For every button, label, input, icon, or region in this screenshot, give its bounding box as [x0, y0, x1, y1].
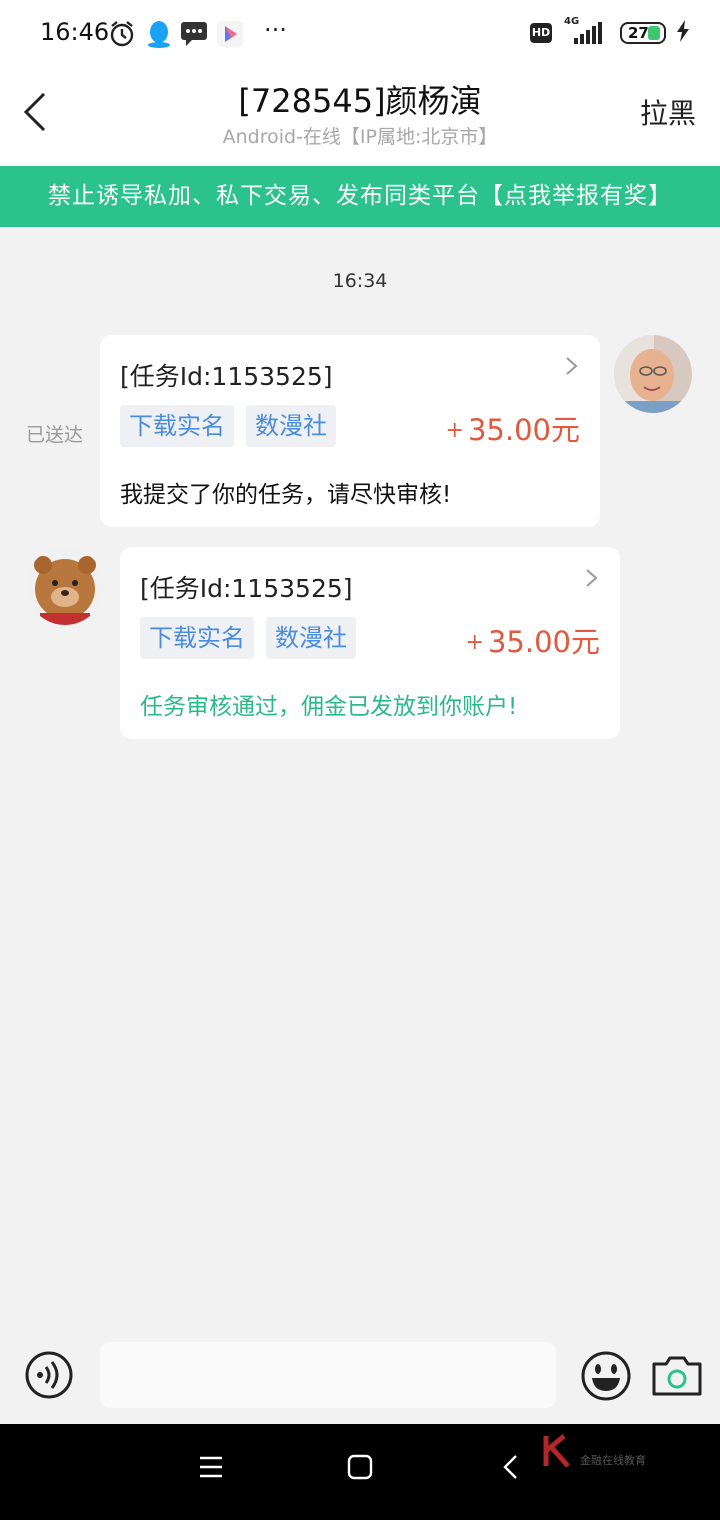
system-nav-bar: 金融在线教育	[0, 1424, 720, 1520]
task-tag: 下载实名	[120, 405, 234, 447]
message-icon	[180, 20, 208, 50]
message-text: 任务审核通过，佣金已发放到你账户!	[140, 694, 518, 720]
home-nav-button[interactable]	[347, 1454, 373, 1484]
reward-value: 35.00元	[487, 625, 600, 659]
task-id: [任务Id:1153525]	[140, 574, 353, 603]
chevron-right-icon	[566, 357, 578, 375]
chat-header: [728545]颜杨演 Android-在线【IP属地:北京市】 拉黑	[0, 68, 720, 166]
hd-badge: HD	[530, 23, 552, 43]
camera-icon	[652, 1356, 702, 1396]
battery-level: 27	[628, 24, 649, 42]
alarm-icon	[108, 20, 136, 52]
home-icon	[347, 1454, 373, 1480]
emoji-icon	[581, 1351, 631, 1401]
video-app-icon	[216, 20, 244, 52]
status-right-group: HD 4G 27	[530, 16, 690, 46]
task-tag: 数漫社	[266, 617, 356, 659]
block-button[interactable]: 拉黑	[640, 92, 696, 132]
menu-icon	[200, 1456, 222, 1478]
task-message-card[interactable]: [任务Id:1153525] 下载实名 数漫社 +35.00元 我提交了你的任务…	[100, 335, 600, 527]
my-avatar[interactable]	[614, 335, 692, 413]
online-status: Android-在线【IP属地:北京市】	[222, 126, 498, 148]
menu-nav-button[interactable]	[198, 1454, 224, 1484]
report-banner[interactable]: 禁止诱导私加、私下交易、发布同类平台【点我举报有奖】	[0, 166, 720, 227]
task-tag: 下载实名	[140, 617, 254, 659]
watermark: 金融在线教育	[540, 1434, 670, 1474]
emoji-button[interactable]	[580, 1350, 632, 1402]
reward-amount: +35.00元	[446, 407, 580, 449]
status-bar: 16:46 ··· HD 4G 27	[0, 0, 720, 68]
contact-avatar[interactable]	[26, 547, 104, 625]
task-id: [任务Id:1153525]	[120, 362, 333, 391]
chat-timestamp: 16:34	[332, 270, 388, 292]
more-notifications: ···	[264, 16, 287, 44]
reward-sign: +	[465, 630, 484, 655]
voice-icon	[25, 1351, 73, 1399]
status-time: 16:46	[40, 18, 110, 46]
reward-value: 35.00元	[467, 413, 580, 447]
battery-icon: 27	[620, 22, 666, 44]
reward-sign: +	[445, 418, 464, 443]
voice-button[interactable]	[24, 1350, 74, 1400]
qq-icon	[146, 20, 172, 52]
task-tag: 数漫社	[246, 405, 336, 447]
chevron-right-icon	[586, 569, 598, 587]
delivered-status: 已送达	[26, 424, 84, 446]
back-icon	[503, 1455, 517, 1479]
task-message-card[interactable]: [任务Id:1153525] 下载实名 数漫社 +35.00元 任务审核通过，佣…	[120, 547, 620, 739]
input-bar	[0, 1326, 720, 1424]
watermark-text: 金融在线教育	[580, 1454, 646, 1467]
watermark-logo-icon	[543, 1434, 570, 1468]
signal-icon: 4G	[562, 16, 602, 46]
back-nav-button[interactable]	[500, 1454, 522, 1484]
page-title: [728545]颜杨演	[238, 82, 482, 120]
reward-amount: +35.00元	[466, 619, 600, 661]
message-text: 我提交了你的任务，请尽快审核!	[120, 482, 452, 508]
camera-button[interactable]	[650, 1354, 704, 1398]
charging-icon	[676, 20, 690, 46]
message-input[interactable]	[100, 1342, 556, 1408]
